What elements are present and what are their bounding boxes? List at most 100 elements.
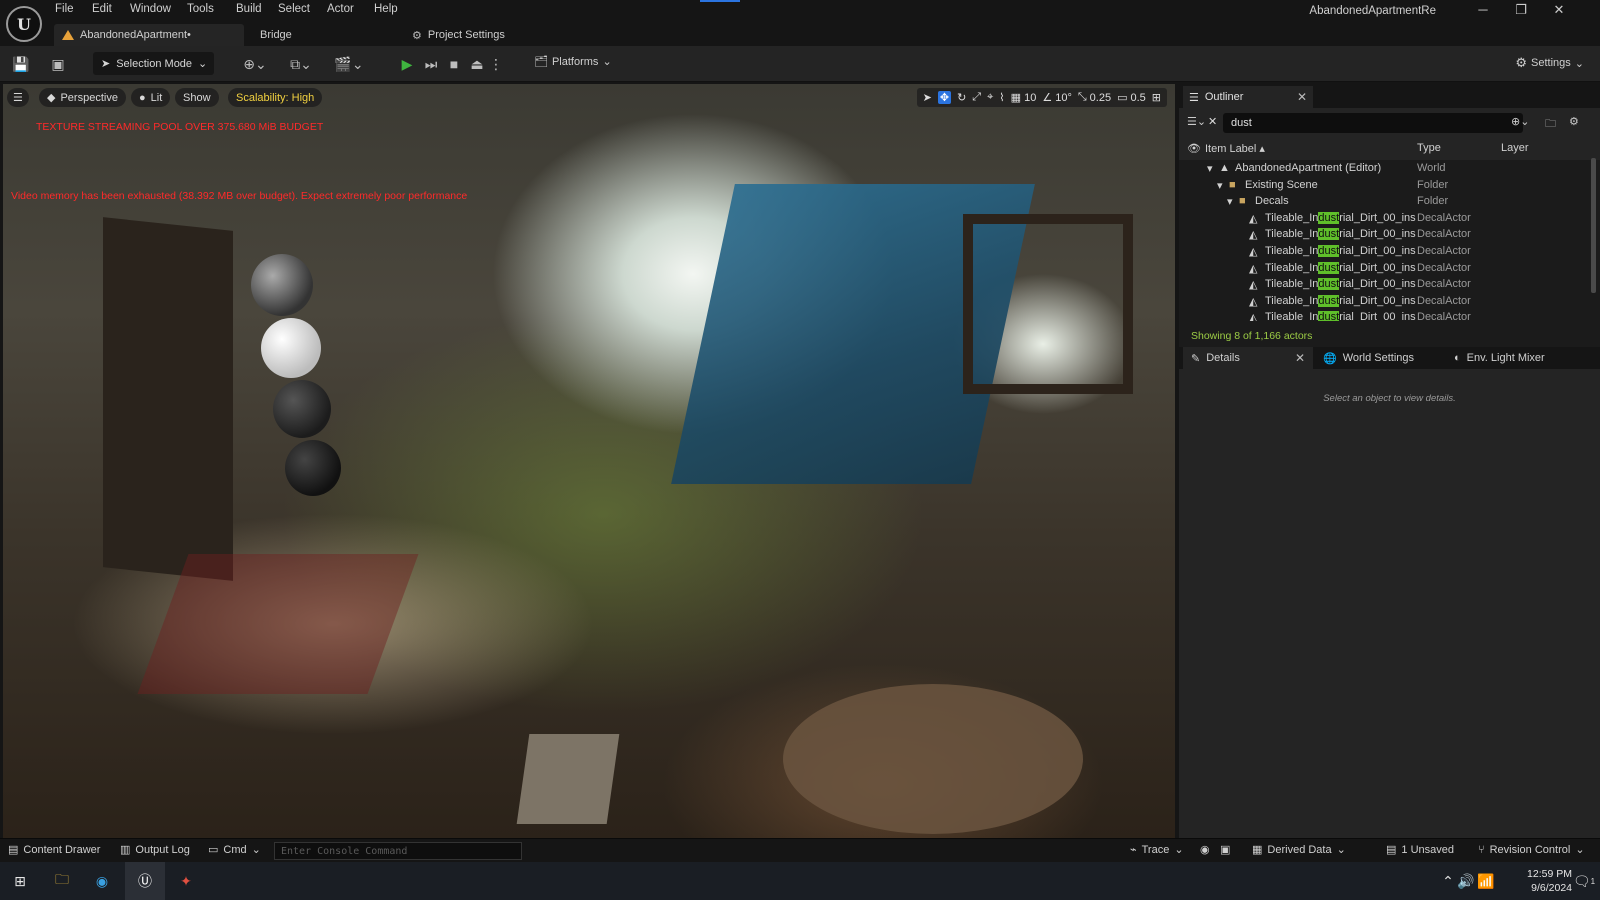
tab-details[interactable]: ✎ Details ✕ — [1183, 347, 1313, 369]
select-tool-icon[interactable]: ➤ — [923, 91, 932, 104]
table-row[interactable]: ◭ Tileable_Industrial_Dirt_00_ins DecalA… — [1179, 261, 1589, 278]
outliner-settings-icon[interactable]: ⚙ — [1569, 115, 1579, 128]
menu-help[interactable]: Help — [374, 3, 398, 15]
scale-tool-icon[interactable]: ⤢ — [972, 91, 981, 104]
camera-speed-button[interactable]: ▭ 0.5 — [1117, 91, 1146, 105]
notification-icon[interactable]: 🗨 1 — [1572, 869, 1596, 893]
rotation-snap-button[interactable]: ∠ 10° — [1042, 91, 1072, 105]
add-filter-icon[interactable]: ⊕⌄ — [1511, 115, 1529, 128]
tab-project-settings[interactable]: ⚙ Project Settings — [404, 24, 513, 46]
console-command-input[interactable]: Enter Console Command — [274, 842, 522, 860]
table-row[interactable]: ◭ Tileable_Industrial_Dirt_00_ins DecalA… — [1179, 211, 1589, 228]
step-icon[interactable]: ⏭ — [420, 54, 442, 74]
tree-expand-icon[interactable]: ▾ — [1217, 179, 1223, 192]
show-button[interactable]: Show — [175, 88, 219, 107]
more-options-icon[interactable]: ⋮ — [489, 54, 503, 74]
tray-chevron-up-icon[interactable]: ⌃ — [1440, 869, 1456, 893]
close-window-icon[interactable]: ✕ — [1544, 2, 1574, 20]
perspective-button[interactable]: ◆ Perspective — [39, 88, 126, 107]
add-actor-icon[interactable]: ⊕⌄ — [238, 54, 272, 74]
rotate-tool-icon[interactable]: ↻ — [957, 91, 966, 104]
derived-data-dropdown[interactable]: ▦ Derived Data ⌄ — [1252, 843, 1346, 857]
table-row[interactable]: ◭ Tileable_Industrial_Dirt_00_ins DecalA… — [1179, 277, 1589, 294]
outliner-search-input[interactable]: dust — [1223, 113, 1523, 133]
outliner-tree: ▾ ▲ AbandonedApartment (Editor) World ▾ … — [1179, 161, 1589, 321]
viewport-menu-button[interactable]: ☰ — [7, 88, 29, 107]
scalability-button[interactable]: Scalability: High — [228, 88, 323, 107]
minimize-icon[interactable]: ─ — [1468, 2, 1498, 20]
unreal-logo-icon[interactable]: U — [6, 6, 42, 42]
taskbar-clock[interactable]: 12:59 PM 9/6/2024 — [1527, 867, 1572, 895]
tab-level-editor[interactable]: AbandonedApartment• — [54, 24, 244, 46]
platforms-dropdown[interactable]: 🗂 Platforms ⌄ — [534, 55, 612, 69]
output-log-button[interactable]: ▥ Output Log — [120, 843, 190, 857]
scale-snap-button[interactable]: ⤡ 0.25 — [1078, 91, 1111, 104]
play-icon[interactable]: ▶ — [396, 54, 418, 74]
table-row[interactable]: ◭ Tileable_Industrial_Dirt_00_ins DecalA… — [1179, 227, 1589, 244]
content-drawer-button[interactable]: ▤ Content Drawer — [8, 843, 100, 857]
filter-icon[interactable]: ☰⌄ — [1187, 115, 1206, 128]
menu-edit[interactable]: Edit — [92, 3, 112, 15]
level-viewport[interactable]: ☰ ◆ Perspective ● Lit Show Scalability: … — [3, 84, 1175, 838]
hamburger-icon: ☰ — [13, 92, 23, 104]
menu-actor[interactable]: Actor — [327, 3, 354, 15]
row-label: Tileable_Industrial_Dirt_00_ins — [1265, 311, 1416, 321]
tab-world-settings[interactable]: 🌐 World Settings — [1315, 347, 1422, 369]
list-item[interactable]: ▾ ▲ AbandonedApartment (Editor) World — [1179, 161, 1589, 178]
unreal-engine-taskbar-icon[interactable]: Ⓤ — [133, 869, 157, 893]
eject-icon[interactable]: ⏏ — [466, 54, 488, 74]
revision-control-dropdown[interactable]: ⑂ Revision Control ⌄ — [1478, 843, 1585, 857]
lit-button[interactable]: ● Lit — [131, 88, 171, 107]
trace-label: Trace — [1141, 843, 1170, 856]
restore-icon[interactable]: ❐ — [1506, 2, 1536, 20]
windows-start-icon[interactable]: ⊞ — [8, 869, 32, 893]
column-type[interactable]: Type — [1417, 142, 1441, 154]
grid-snap-button[interactable]: ▦ 10 — [1011, 91, 1037, 105]
tab-outliner[interactable]: ☰ Outliner ✕ — [1183, 86, 1313, 108]
list-item[interactable]: ▾ ■ Decals Folder — [1179, 194, 1589, 211]
tree-expand-icon[interactable]: ▾ — [1227, 195, 1233, 208]
selection-mode-dropdown[interactable]: ➤ Selection Mode ⌄ — [93, 52, 214, 75]
tab-bridge[interactable]: Bridge — [252, 24, 300, 46]
cmd-dropdown[interactable]: ▭ Cmd ⌄ — [208, 843, 261, 857]
screenshot-icon[interactable]: ▣ — [1220, 843, 1230, 856]
surface-snap-icon[interactable]: ⌇ — [999, 91, 1004, 104]
new-folder-icon[interactable]: 🗀 — [1545, 115, 1556, 134]
settings-dropdown[interactable]: ⚙ Settings ⌄ — [1515, 55, 1584, 71]
tab-env-light-mixer[interactable]: ◐ Env. Light Mixer — [1446, 347, 1553, 369]
record-icon[interactable]: ◉ — [1200, 843, 1210, 856]
world-local-icon[interactable]: ⌖ — [987, 91, 993, 104]
file-explorer-icon[interactable]: 🗀 — [50, 869, 74, 893]
table-row[interactable]: ◭ Tileable_Industrial_Dirt_00_ins DecalA… — [1179, 310, 1589, 321]
table-row[interactable]: ◭ Tileable_Industrial_Dirt_00_ins DecalA… — [1179, 294, 1589, 311]
decal-icon: ◭ — [1249, 229, 1258, 242]
menu-tools[interactable]: Tools — [187, 3, 214, 15]
save-icon[interactable]: 💾 — [10, 54, 32, 74]
trace-dropdown[interactable]: ⌁ Trace ⌄ — [1130, 843, 1184, 857]
outliner-scrollbar[interactable] — [1591, 158, 1596, 293]
column-layer[interactable]: Layer — [1501, 142, 1529, 154]
clear-search-icon[interactable]: ✕ — [1208, 115, 1217, 128]
table-row[interactable]: ◭ Tileable_Industrial_Dirt_00_ins DecalA… — [1179, 244, 1589, 261]
menu-file[interactable]: File — [55, 3, 74, 15]
move-tool-icon[interactable]: ✥ — [937, 91, 952, 104]
stop-icon[interactable]: ■ — [443, 54, 465, 74]
network-icon[interactable]: 📶 — [1477, 869, 1494, 893]
app-taskbar-icon[interactable]: ✦ — [174, 869, 198, 893]
cinematics-icon[interactable]: 🎬⌄ — [332, 54, 366, 74]
menu-select[interactable]: Select — [278, 3, 310, 15]
volume-icon[interactable]: 🔊 — [1457, 869, 1474, 893]
edge-browser-icon[interactable]: ◉ — [90, 869, 114, 893]
list-item[interactable]: ▾ ■ Existing Scene Folder — [1179, 178, 1589, 195]
viewport-layout-icon[interactable]: ⊞ — [1152, 91, 1161, 104]
unsaved-button[interactable]: ▤ 1 Unsaved — [1386, 843, 1454, 857]
content-browser-icon[interactable]: ▣ — [47, 54, 69, 74]
tree-expand-icon[interactable]: ▾ — [1207, 162, 1213, 175]
menu-window[interactable]: Window — [130, 3, 171, 15]
column-item-label[interactable]: Item Label ▴ — [1205, 142, 1265, 155]
close-icon[interactable]: ✕ — [1297, 90, 1307, 104]
close-icon[interactable]: ✕ — [1295, 351, 1305, 365]
visibility-eye-icon[interactable]: 👁 — [1187, 142, 1201, 155]
menu-build[interactable]: Build — [236, 3, 262, 15]
blueprint-icon[interactable]: ⧉⌄ — [284, 54, 318, 74]
